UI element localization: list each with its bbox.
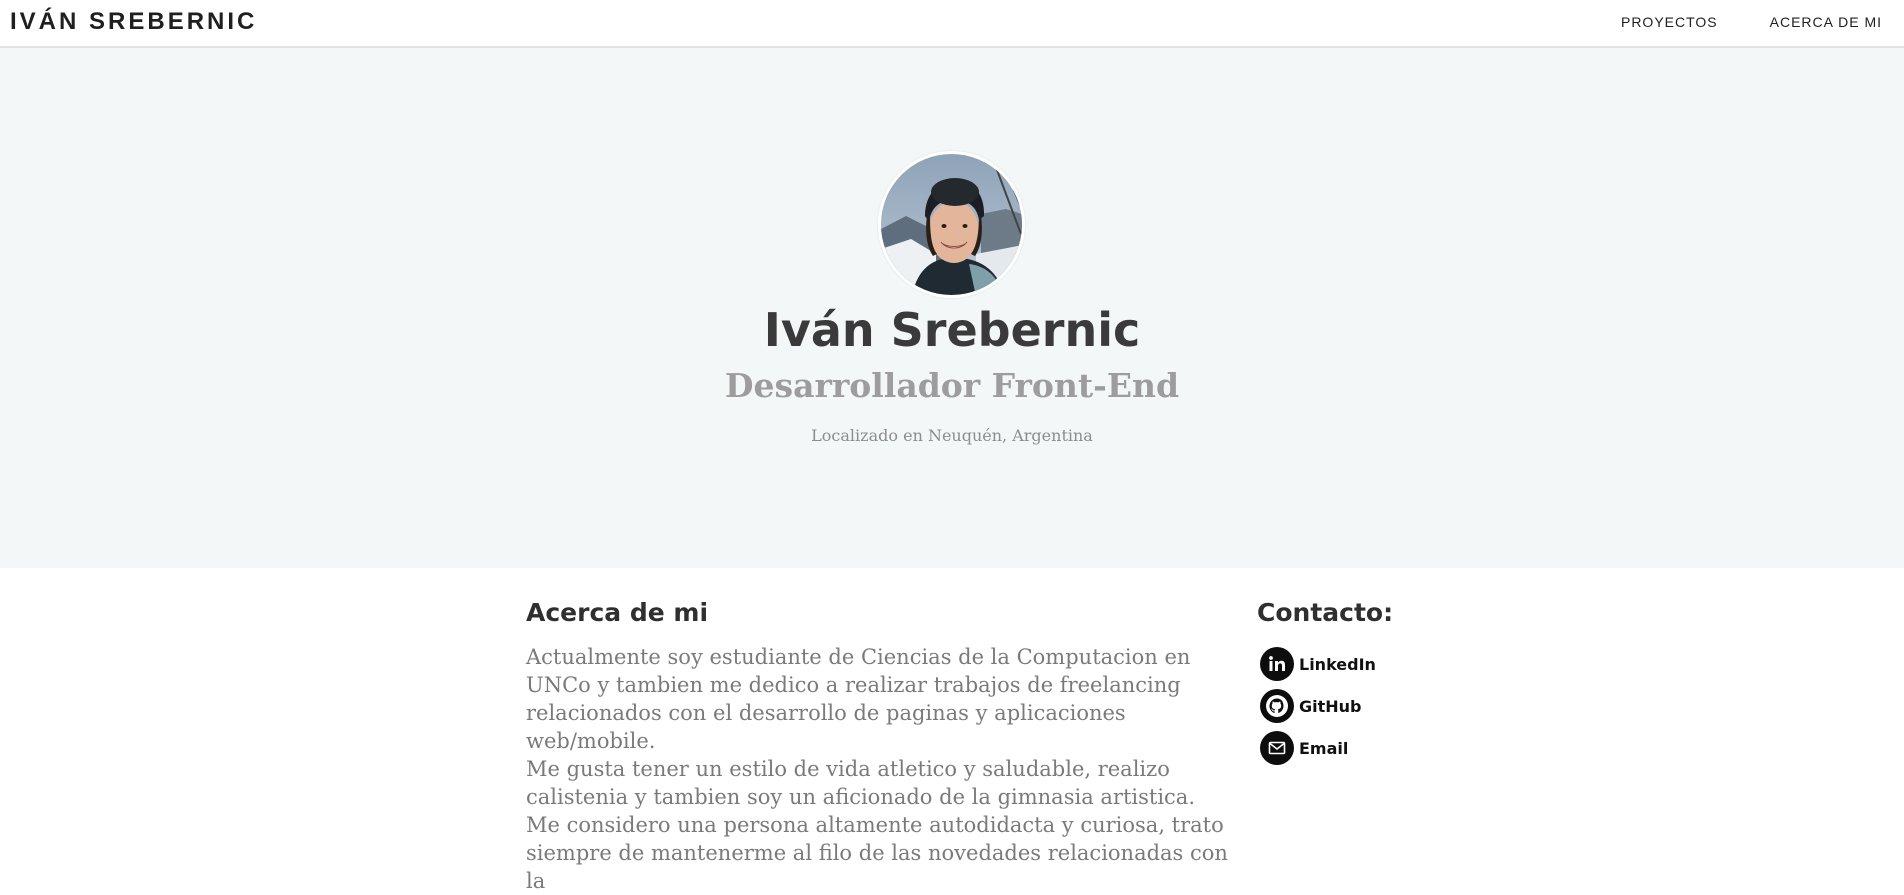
contact-linkedin-link[interactable]: LinkedIn bbox=[1260, 643, 1497, 685]
brand-logo[interactable]: IVÁN SREBERNIC bbox=[10, 8, 257, 36]
about-paragraph-1: Actualmente soy estudiante de Ciencias d… bbox=[526, 645, 1191, 753]
github-icon bbox=[1260, 689, 1294, 723]
top-navbar: IVÁN SREBERNIC PROYECTOS ACERCA DE MI bbox=[0, 0, 1904, 48]
about-paragraph-3: Me considero una persona altamente autod… bbox=[526, 813, 1228, 893]
contact-list: LinkedIn GitHub Email bbox=[1257, 643, 1497, 769]
email-icon bbox=[1260, 731, 1294, 765]
about-title: Acerca de mi bbox=[526, 598, 709, 627]
contact-section: Contacto: LinkedIn GitHub Email bbox=[1257, 598, 1497, 769]
nav-links: PROYECTOS ACERCA DE MI bbox=[1621, 14, 1882, 30]
hero-section: Iván Srebernic Desarrollador Front-End L… bbox=[0, 48, 1904, 568]
contact-email-label: Email bbox=[1299, 738, 1349, 758]
nav-link-proyectos[interactable]: PROYECTOS bbox=[1621, 14, 1718, 30]
about-paragraph-2: Me gusta tener un estilo de vida atletic… bbox=[526, 757, 1195, 809]
contact-github-link[interactable]: GitHub bbox=[1260, 685, 1497, 727]
contact-linkedin-label: LinkedIn bbox=[1299, 654, 1376, 674]
contact-github-label: GitHub bbox=[1299, 696, 1362, 716]
linkedin-icon bbox=[1260, 647, 1294, 681]
avatar bbox=[878, 151, 1025, 298]
about-section: Acerca de mi Actualmente soy estudiante … bbox=[526, 598, 1231, 895]
contact-title: Contacto: bbox=[1257, 598, 1394, 627]
contact-email-link[interactable]: Email bbox=[1260, 727, 1497, 769]
hero-name: Iván Srebernic bbox=[763, 303, 1141, 357]
profile-photo bbox=[881, 154, 1022, 295]
hero-role: Desarrollador Front-End bbox=[724, 366, 1180, 405]
hero-location: Localizado en Neuquén, Argentina bbox=[811, 426, 1093, 445]
nav-link-acerca-de-mi[interactable]: ACERCA DE MI bbox=[1770, 14, 1882, 30]
